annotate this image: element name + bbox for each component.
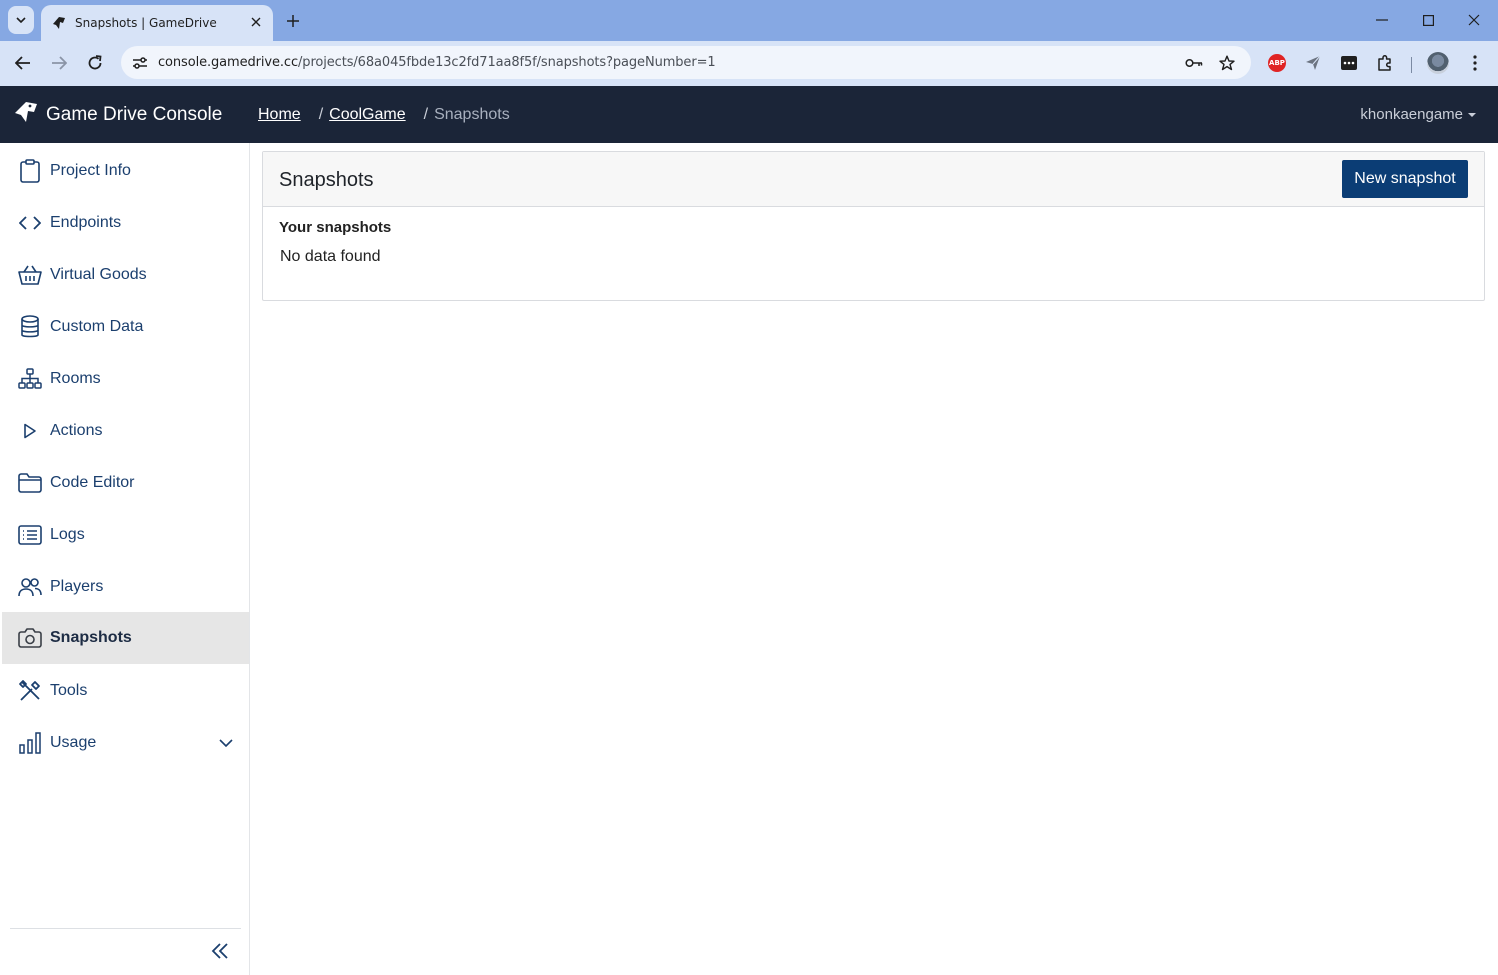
new-snapshot-button[interactable]: New snapshot bbox=[1342, 160, 1468, 198]
sidebar-item-label: Players bbox=[50, 578, 104, 595]
adblock-label: ABP bbox=[1268, 54, 1286, 72]
gamedrive-favicon-icon bbox=[51, 15, 67, 31]
sidebar-item-label: Endpoints bbox=[50, 214, 122, 231]
app-header: Game Drive Console Home / CoolGame / Sna… bbox=[0, 86, 1498, 143]
sidebar-item-label: Rooms bbox=[50, 370, 101, 387]
tools-icon bbox=[18, 679, 42, 703]
sidebar-item-players[interactable]: Players bbox=[2, 561, 249, 613]
sidebar-item-label: Tools bbox=[50, 682, 88, 699]
list-icon bbox=[18, 523, 42, 547]
address-bar[interactable]: console.gamedrive.cc/projects/68a045fbde… bbox=[121, 46, 1251, 79]
minimize-icon[interactable] bbox=[1370, 9, 1394, 31]
sidebar-item-label: Usage bbox=[50, 734, 97, 751]
toolbar-divider bbox=[1411, 57, 1412, 73]
site-settings-icon[interactable] bbox=[129, 52, 151, 74]
snapshots-card: Snapshots New snapshot Your snapshots No… bbox=[262, 151, 1485, 301]
bookmark-star-icon[interactable] bbox=[1218, 54, 1236, 72]
url-host: console.gamedrive.cc bbox=[158, 55, 299, 70]
tab-close-icon[interactable] bbox=[248, 14, 264, 30]
sidebar-item-label: Snapshots bbox=[50, 629, 132, 646]
paper-plane-extension-icon[interactable] bbox=[1302, 52, 1324, 74]
new-tab-icon[interactable] bbox=[282, 10, 304, 32]
section-title: Your snapshots bbox=[279, 219, 392, 236]
back-arrow-icon[interactable] bbox=[11, 51, 35, 75]
sidebar-item-rooms[interactable]: Rooms bbox=[2, 353, 249, 405]
caret-down-icon bbox=[1468, 112, 1476, 117]
dots-extension-icon[interactable] bbox=[1338, 52, 1360, 74]
brand-name: Game Drive Console bbox=[46, 103, 223, 125]
user-name: khonkaengame bbox=[1360, 106, 1463, 123]
camera-icon bbox=[18, 626, 42, 650]
breadcrumb-separator: / bbox=[423, 105, 429, 123]
sidebar-item-label: Code Editor bbox=[50, 474, 135, 491]
password-key-icon[interactable] bbox=[1185, 54, 1203, 72]
browser-tabstrip: Snapshots | GameDrive bbox=[0, 0, 1498, 41]
code-icon bbox=[18, 211, 42, 235]
sidebar-item-code-editor[interactable]: Code Editor bbox=[2, 457, 249, 509]
browser-toolbar: console.gamedrive.cc/projects/68a045fbde… bbox=[0, 41, 1498, 86]
sidebar-item-logs[interactable]: Logs bbox=[2, 509, 249, 561]
breadcrumb-project[interactable]: CoolGame bbox=[329, 106, 405, 124]
sidebar-item-label: Actions bbox=[50, 422, 103, 439]
play-icon bbox=[18, 419, 42, 443]
breadcrumb: Home / CoolGame / Snapshots bbox=[258, 86, 510, 143]
profile-avatar-icon[interactable] bbox=[1427, 52, 1449, 74]
sidebar-item-virtual-goods[interactable]: Virtual Goods bbox=[2, 249, 249, 301]
sidebar-item-label: Custom Data bbox=[50, 318, 144, 335]
sidebar-item-tools[interactable]: Tools bbox=[2, 665, 249, 717]
sidebar-item-project-info[interactable]: Project Info bbox=[2, 145, 249, 197]
sidebar: Project Info Endpoints Virtual Goods Cus… bbox=[0, 143, 250, 975]
folder-icon bbox=[18, 471, 42, 495]
user-menu[interactable]: khonkaengame bbox=[1360, 86, 1476, 143]
extensions-puzzle-icon[interactable] bbox=[1374, 52, 1396, 74]
close-window-icon[interactable] bbox=[1462, 9, 1486, 31]
brand[interactable]: Game Drive Console bbox=[14, 86, 222, 143]
sidebar-item-actions[interactable]: Actions bbox=[2, 405, 249, 457]
browser-tab-active[interactable]: Snapshots | GameDrive bbox=[41, 5, 273, 41]
maximize-icon[interactable] bbox=[1416, 9, 1440, 31]
sidebar-divider bbox=[10, 928, 241, 929]
sidebar-item-snapshots[interactable]: Snapshots bbox=[2, 612, 249, 664]
users-icon bbox=[18, 575, 42, 599]
breadcrumb-home[interactable]: Home bbox=[258, 106, 301, 124]
page-title: Snapshots bbox=[279, 169, 374, 191]
tab-title: Snapshots | GameDrive bbox=[75, 16, 217, 30]
url-path: /projects/68a045fbde13c2fd71aa8f5f/snaps… bbox=[298, 55, 716, 70]
forward-arrow-icon[interactable] bbox=[47, 51, 71, 75]
chevron-down-icon[interactable] bbox=[217, 734, 235, 752]
sidebar-item-label: Virtual Goods bbox=[50, 266, 147, 283]
database-icon bbox=[18, 315, 42, 339]
breadcrumb-current: Snapshots bbox=[434, 105, 510, 123]
url-text: console.gamedrive.cc/projects/68a045fbde… bbox=[158, 55, 716, 70]
sidebar-item-endpoints[interactable]: Endpoints bbox=[2, 197, 249, 249]
network-icon bbox=[18, 367, 42, 391]
reload-icon[interactable] bbox=[83, 51, 107, 75]
browser-menu-icon[interactable] bbox=[1464, 52, 1486, 74]
gamedrive-logo-icon bbox=[14, 100, 38, 129]
breadcrumb-separator: / bbox=[318, 105, 324, 123]
bar-chart-icon bbox=[18, 731, 42, 755]
adblock-extension-icon[interactable]: ABP bbox=[1266, 52, 1288, 74]
empty-state-text: No data found bbox=[280, 248, 381, 265]
sidebar-item-label: Logs bbox=[50, 526, 85, 543]
card-header: Snapshots New snapshot bbox=[263, 152, 1484, 207]
basket-icon bbox=[18, 263, 42, 287]
sidebar-item-label: Project Info bbox=[50, 162, 131, 179]
sidebar-item-usage[interactable]: Usage bbox=[2, 717, 249, 769]
collapse-sidebar-icon[interactable] bbox=[207, 938, 233, 964]
clipboard-icon bbox=[18, 159, 42, 183]
sidebar-item-custom-data[interactable]: Custom Data bbox=[2, 301, 249, 353]
tab-search-button[interactable] bbox=[8, 6, 34, 34]
